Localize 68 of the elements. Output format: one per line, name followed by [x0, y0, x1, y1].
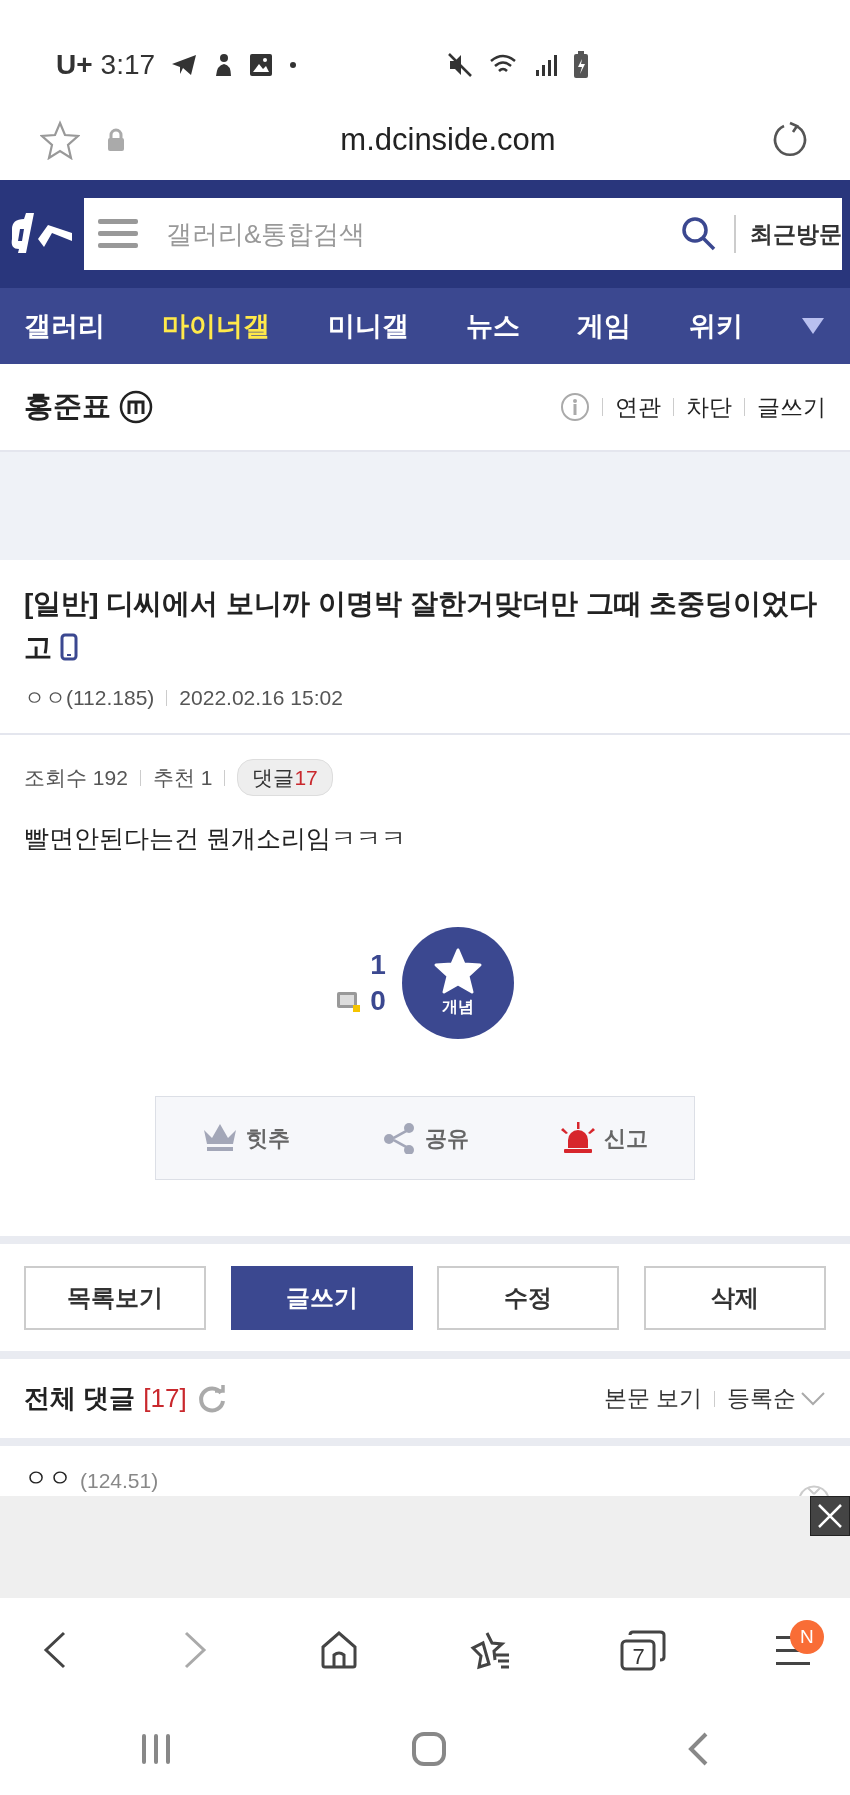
fixed-upvote-count: 0 — [370, 983, 386, 1018]
ad-close-button[interactable] — [810, 1496, 850, 1536]
mute-icon — [447, 52, 474, 78]
close-icon — [817, 1503, 843, 1529]
nav-tab[interactable]: 마이너갤 — [162, 305, 271, 347]
action-button[interactable]: 공유 — [375, 1120, 475, 1156]
page-button[interactable]: 삭제 — [643, 1265, 826, 1330]
search-icon — [680, 215, 718, 253]
upvote-count: 1 — [370, 947, 386, 982]
image-icon — [249, 53, 274, 77]
nav-tab[interactable]: 미니갤 — [327, 305, 409, 347]
menu-button[interactable] — [84, 198, 152, 270]
post-body: 빨면안된다는건 뭔개소리임ㅋㅋㅋ — [23, 823, 407, 854]
comment-count-badge[interactable]: 댓글17 — [237, 758, 333, 797]
recent-apps-icon[interactable] — [140, 1731, 172, 1766]
home-button-icon[interactable] — [411, 1730, 447, 1767]
lock-icon — [106, 128, 126, 152]
url-text[interactable]: m.dcinside.com — [126, 116, 770, 164]
paper-plane-icon — [171, 54, 198, 76]
nav-tab[interactable]: 위키 — [688, 305, 743, 347]
post-date: 2022.02.16 15:02 — [179, 685, 343, 711]
signal-icon — [535, 53, 558, 77]
gallery-link[interactable]: 차단 — [686, 389, 732, 425]
home-icon[interactable] — [319, 1629, 360, 1670]
share-icon — [381, 1122, 417, 1154]
figure-icon — [213, 53, 234, 77]
tabs-icon — [620, 1628, 667, 1671]
view-body-link[interactable]: 본문 보기 — [603, 1381, 702, 1416]
battery-icon — [573, 51, 590, 79]
action-button[interactable]: 힛추 — [195, 1120, 296, 1156]
page-button[interactable]: 수정 — [437, 1265, 620, 1330]
carrier-label: U+ — [56, 48, 93, 82]
comment-total: [17] — [143, 1382, 187, 1415]
comment-ip: (124.51) — [80, 1467, 159, 1494]
crown-icon — [201, 1122, 238, 1154]
view-count: 조회수 192 — [24, 764, 128, 791]
recommend-count: 추천 1 — [152, 764, 213, 791]
post-title: [일반] 디씨에서 보니까 이명박 잘한거맞더만 그때 초중딩이었다고 — [24, 587, 819, 665]
phone-icon — [59, 633, 78, 661]
page-button[interactable]: 목록보기 — [24, 1265, 206, 1330]
gallery-link[interactable]: 글쓰기 — [757, 389, 826, 425]
tab-count: 7 — [632, 1642, 645, 1671]
search-button[interactable] — [680, 198, 734, 270]
minor-gallery-icon — [119, 390, 153, 424]
nav-tab[interactable]: 뉴스 — [466, 305, 520, 347]
sort-dropdown[interactable]: 등록순 — [727, 1381, 826, 1416]
action-button[interactable]: 신고 — [554, 1120, 655, 1156]
upvote-button[interactable]: 개념 — [401, 926, 514, 1039]
page-button[interactable]: 글쓰기 — [230, 1265, 413, 1330]
notification-badge: N — [789, 1619, 824, 1654]
gallery-link[interactable]: 연관 — [615, 389, 661, 425]
nav-tab[interactable]: 갤러리 — [24, 305, 105, 347]
recent-visits-button[interactable]: 최근방문 — [734, 198, 842, 270]
search-field[interactable]: 갤러리&통합검색 — [152, 198, 680, 270]
menu-icon — [98, 219, 138, 249]
siren-icon — [560, 1122, 597, 1154]
comment-author: ㅇㅇ — [24, 1463, 72, 1493]
dropdown-icon[interactable] — [799, 316, 826, 336]
author-name: ㅇㅇ(112.185) — [24, 685, 155, 711]
dot-icon — [289, 61, 298, 69]
gallery-title[interactable]: 홍준표 — [24, 385, 111, 429]
tabs-button[interactable]: 7 — [620, 1628, 667, 1671]
chevron-down-icon — [800, 1390, 826, 1407]
star-icon — [432, 946, 483, 995]
star-icon[interactable] — [40, 120, 80, 160]
clock-time: 3:17 — [100, 48, 156, 82]
nav-tab[interactable]: 게임 — [577, 305, 632, 347]
comments-title: 전체 댓글 — [24, 1382, 136, 1415]
